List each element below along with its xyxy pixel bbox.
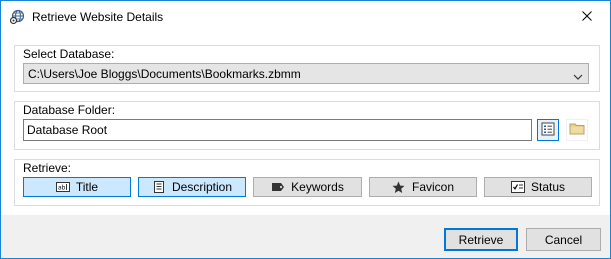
close-button[interactable] — [564, 1, 610, 32]
retrieve-description-toggle[interactable]: Description — [138, 177, 246, 197]
svg-text:ab: ab — [58, 185, 66, 192]
select-database-label: Select Database: — [23, 47, 115, 61]
retrieve-title-label: Title — [75, 180, 99, 194]
database-folder-group: Database Folder: Database Root — [14, 101, 600, 150]
database-path-value: C:\Users\Joe Bloggs\Documents\Bookmarks.… — [28, 67, 301, 81]
database-select[interactable]: C:\Users\Joe Bloggs\Documents\Bookmarks.… — [23, 63, 589, 84]
retrieve-group: Retrieve: ab Title Description Keywords … — [14, 159, 600, 206]
folder-list-icon — [541, 122, 555, 139]
dialog-content: Select Database: C:\Users\Joe Bloggs\Doc… — [1, 32, 610, 215]
window-title: Retrieve Website Details — [32, 10, 164, 24]
retrieve-status-toggle[interactable]: Status — [484, 177, 592, 197]
checklist-icon — [510, 181, 525, 193]
title-bar: Retrieve Website Details — [1, 1, 610, 32]
tag-icon — [271, 181, 285, 193]
retrieve-keywords-label: Keywords — [291, 180, 344, 194]
close-icon — [582, 10, 592, 24]
text-field-icon: ab — [55, 181, 70, 193]
database-folder-value: Database Root — [27, 123, 108, 137]
retrieve-button[interactable]: Retrieve — [444, 228, 518, 251]
cancel-button[interactable]: Cancel — [526, 228, 601, 251]
retrieve-description-label: Description — [171, 180, 233, 194]
retrieve-website-details-dialog: Retrieve Website Details Select Database… — [0, 0, 611, 259]
folder-icon — [569, 122, 585, 138]
star-icon — [392, 181, 406, 193]
retrieve-favicon-label: Favicon — [411, 180, 455, 194]
database-folder-label: Database Folder: — [23, 103, 116, 117]
browse-folder-button[interactable] — [537, 119, 559, 141]
document-icon — [152, 181, 166, 193]
chevron-down-icon — [573, 70, 583, 80]
open-folder-button[interactable] — [566, 119, 588, 141]
retrieve-label: Retrieve: — [23, 161, 72, 175]
retrieve-favicon-toggle[interactable]: Favicon — [369, 177, 477, 197]
retrieve-status-label: Status — [530, 180, 566, 194]
globe-gear-icon — [9, 9, 25, 25]
retrieve-keywords-toggle[interactable]: Keywords — [253, 177, 362, 197]
retrieve-title-toggle[interactable]: ab Title — [23, 177, 131, 197]
select-database-group: Select Database: C:\Users\Joe Bloggs\Doc… — [14, 45, 600, 92]
database-folder-field[interactable]: Database Root — [23, 119, 532, 141]
